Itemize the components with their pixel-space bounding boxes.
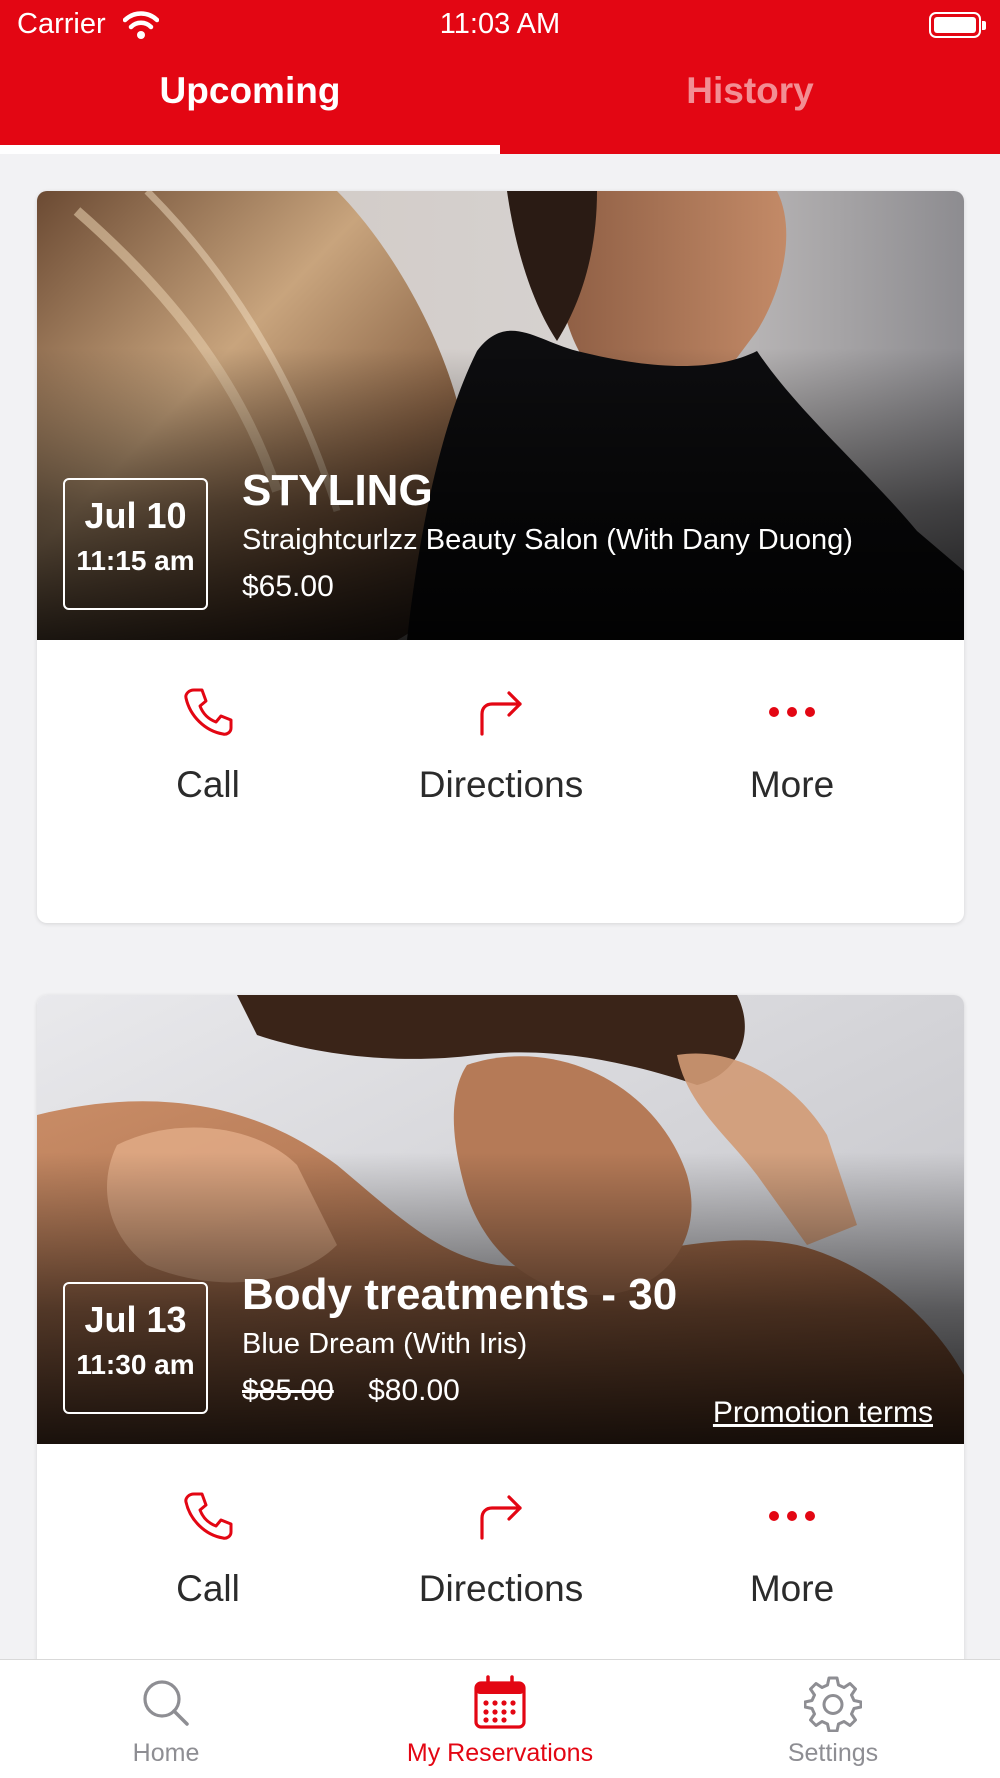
reservation-info: Body treatments - 30 Blue Dream (With Ir…: [242, 1270, 677, 1408]
date-badge: Jul 10 11:15 am: [63, 478, 208, 610]
reservation-time: 11:30 am: [76, 1349, 195, 1380]
current-price: $80.00: [368, 1374, 460, 1407]
service-title: Body treatments - 30: [242, 1270, 678, 1319]
more-label: More: [749, 764, 835, 805]
more-label: More: [749, 1568, 835, 1609]
gear-icon: [804, 1676, 862, 1732]
status-bar: Carrier 11:03 AM: [0, 0, 1000, 52]
segment-tabs: Upcoming History: [0, 52, 1000, 154]
nav-home[interactable]: Home: [41, 1674, 291, 1768]
nav-my-reservations-label: My Reservations: [406, 1739, 594, 1767]
reservation-time: 11:15 am: [76, 545, 195, 576]
directions-button[interactable]: Directions: [356, 684, 646, 806]
reservation-date: Jul 10: [84, 495, 187, 536]
directions-arrow-icon: [480, 1495, 522, 1540]
directions-button[interactable]: Directions: [356, 1488, 646, 1610]
action-row: Call Directions More: [37, 640, 964, 900]
clock: 11:03 AM: [439, 8, 561, 40]
phone-icon: [184, 688, 233, 736]
venue-name: Straightcurlzz Beauty Salon (With Dany D…: [242, 524, 853, 556]
date-badge: Jul 13 11:30 am: [63, 1282, 208, 1414]
current-price: $65.00: [242, 570, 334, 603]
tab-upcoming[interactable]: Upcoming: [0, 70, 500, 112]
nav-settings-label: Settings: [787, 1739, 879, 1767]
header-bar: Carrier 11:03 AM Upcoming History: [0, 0, 1000, 154]
search-icon: [143, 1680, 189, 1726]
reservation-info: STYLING Straightcurlzz Beauty Salon (Wit…: [242, 466, 853, 604]
battery-icon: [929, 12, 986, 38]
phone-icon: [184, 1492, 233, 1540]
original-price: $85.00: [242, 1374, 334, 1407]
reservation-date: Jul 13: [84, 1299, 187, 1340]
nav-my-reservations[interactable]: My Reservations: [375, 1674, 625, 1768]
tab-history[interactable]: History: [500, 70, 1000, 112]
price: $65.00: [242, 570, 853, 604]
call-button[interactable]: Call: [63, 684, 353, 806]
directions-arrow-icon: [480, 691, 522, 736]
active-tab-indicator: [0, 145, 500, 154]
reservation-image: Jul 10 11:15 am STYLING Straightcurlzz B…: [37, 191, 964, 640]
service-title: STYLING: [242, 466, 433, 515]
reservation-card[interactable]: Jul 13 11:30 am Body treatments - 30 Blu…: [37, 995, 964, 1735]
call-label: Call: [176, 764, 240, 805]
calendar-icon: [474, 1675, 526, 1729]
promotion-terms-link[interactable]: Promotion terms: [713, 1396, 933, 1430]
nav-settings[interactable]: Settings: [708, 1674, 958, 1768]
directions-label: Directions: [418, 764, 584, 805]
more-button[interactable]: More: [647, 684, 937, 806]
more-dots-icon: [769, 1511, 815, 1521]
call-label: Call: [176, 1568, 240, 1609]
bottom-tab-bar: Home My Reservations Settings: [0, 1659, 1000, 1778]
more-dots-icon: [769, 707, 815, 717]
reservation-image: Jul 13 11:30 am Body treatments - 30 Blu…: [37, 995, 964, 1444]
directions-label: Directions: [418, 1568, 584, 1609]
more-button[interactable]: More: [647, 1488, 937, 1610]
venue-name: Blue Dream (With Iris): [242, 1328, 528, 1360]
reservation-card[interactable]: Jul 10 11:15 am STYLING Straightcurlzz B…: [37, 191, 964, 923]
price: $85.00 $80.00: [242, 1374, 677, 1408]
call-button[interactable]: Call: [63, 1488, 353, 1610]
nav-home-label: Home: [132, 1739, 200, 1767]
